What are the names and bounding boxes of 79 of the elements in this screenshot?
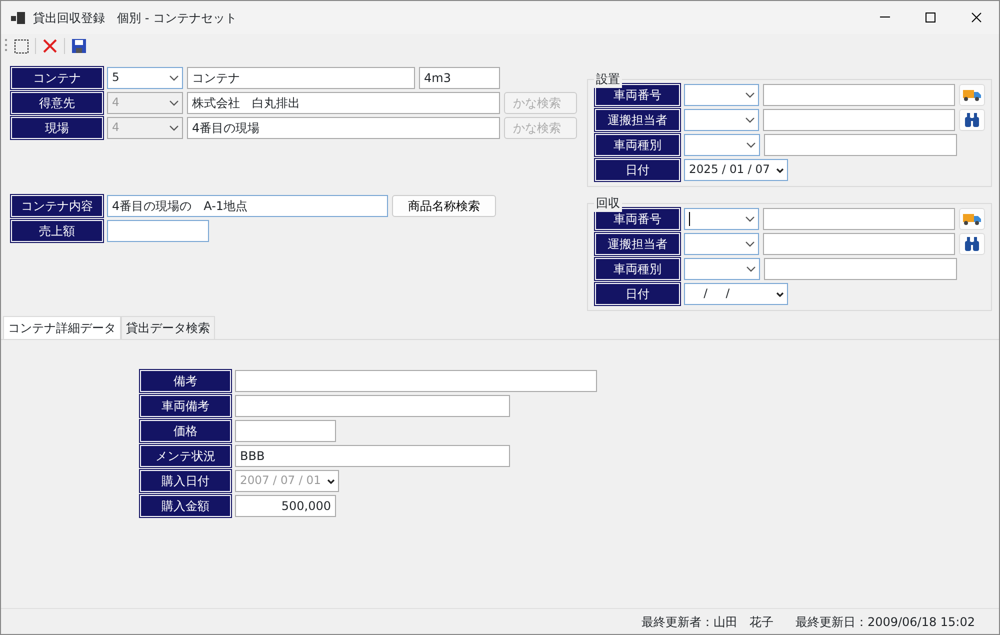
field-label: 運搬担当者: [595, 233, 680, 255]
field-label: 車両種別: [595, 258, 680, 280]
save-button[interactable]: [69, 36, 89, 56]
field-label: 得意先: [11, 92, 103, 114]
field-label: 購入金額: [140, 495, 231, 517]
status-text: 最終更新日：2009/06/18 15:02: [795, 614, 975, 630]
chevron-icon: [745, 241, 756, 247]
chevron-icon: [745, 92, 756, 98]
text-field[interactable]: 株式会社 白丸排出: [187, 92, 500, 114]
chevron-icon: [745, 117, 756, 123]
chevron-icon: [745, 216, 756, 222]
maximize-icon: [924, 12, 936, 23]
text-field[interactable]: [763, 84, 956, 106]
text-field[interactable]: 500,000: [235, 495, 336, 517]
field-label: 売上額: [11, 220, 103, 242]
text-field[interactable]: [764, 134, 957, 156]
text-field[interactable]: コンテナ: [187, 67, 415, 89]
field-label: 価格: [140, 420, 231, 442]
product-search-button[interactable]: 商品名称検索: [392, 195, 496, 217]
binoculars-icon: [964, 113, 980, 127]
tab[interactable]: コンテナ詳細データ: [3, 316, 121, 339]
close-icon: [970, 12, 982, 23]
vehicle-button[interactable]: [959, 208, 985, 230]
app-icon: [11, 12, 25, 24]
chevron-icon: [746, 266, 756, 272]
search-button[interactable]: [959, 109, 985, 131]
text-field[interactable]: [235, 395, 510, 417]
combo-box[interactable]: [684, 134, 760, 156]
combo-box[interactable]: [684, 109, 760, 131]
text-field[interactable]: BBB: [235, 445, 510, 467]
text-field[interactable]: [764, 258, 957, 280]
chevron-icon: [746, 142, 756, 148]
chevron-icon: [776, 168, 784, 172]
field-label: 日付: [595, 159, 680, 181]
field-label: 購入日付: [140, 470, 231, 492]
field-label: 運搬担当者: [595, 109, 680, 131]
combo-box[interactable]: [684, 233, 760, 255]
field-label: 車両番号: [595, 208, 680, 230]
combo-box[interactable]: [684, 258, 760, 280]
text-field[interactable]: [763, 208, 956, 230]
vehicle-button[interactable]: [959, 84, 985, 106]
field-label: 車両番号: [595, 84, 680, 106]
text-field[interactable]: 4番目の現場: [187, 117, 500, 139]
combo-box[interactable]: [684, 84, 760, 106]
group-title: 回収: [594, 194, 622, 212]
field-label: 現場: [11, 117, 103, 139]
date-picker[interactable]: / /: [684, 283, 788, 305]
dashed-square-icon: [14, 38, 28, 54]
combo-box[interactable]: 5: [107, 67, 183, 89]
field-label: 備考: [140, 370, 231, 392]
cross-icon: [43, 39, 57, 53]
field-label: 車両種別: [595, 134, 680, 156]
field-label: コンテナ: [11, 67, 103, 89]
text-field[interactable]: [235, 420, 336, 442]
chevron-icon: [776, 292, 784, 296]
field-label: 日付: [595, 283, 680, 305]
combo-box[interactable]: [684, 208, 760, 230]
text-field[interactable]: 4m3: [419, 67, 500, 89]
text-field[interactable]: [763, 109, 956, 131]
binoculars-icon: [964, 237, 980, 251]
chevron-icon: [327, 478, 335, 484]
date-picker[interactable]: 2025 / 01 / 07: [684, 159, 788, 181]
field-label: コンテナ内容: [11, 195, 103, 217]
text-field[interactable]: [235, 370, 597, 392]
group-title: 設置: [594, 70, 622, 88]
chevron-icon: [169, 75, 179, 81]
truck-icon: [963, 213, 982, 225]
search-button[interactable]: [959, 233, 985, 255]
text-field[interactable]: [763, 233, 956, 255]
tab[interactable]: 貸出データ検索: [121, 316, 215, 339]
window-title: 貸出回収登録 個別 - コンテナセット: [33, 10, 238, 26]
text-field[interactable]: [107, 220, 209, 242]
chevron-icon: [169, 125, 179, 131]
chevron-icon: [169, 100, 179, 106]
text-field[interactable]: 4番目の現場の A-1地点: [107, 195, 388, 217]
status-text: 最終更新者：山田 花子: [641, 614, 774, 630]
field-label: メンテ状況: [140, 445, 231, 467]
truck-icon: [963, 89, 982, 101]
field-label: 車両備考: [140, 395, 231, 417]
